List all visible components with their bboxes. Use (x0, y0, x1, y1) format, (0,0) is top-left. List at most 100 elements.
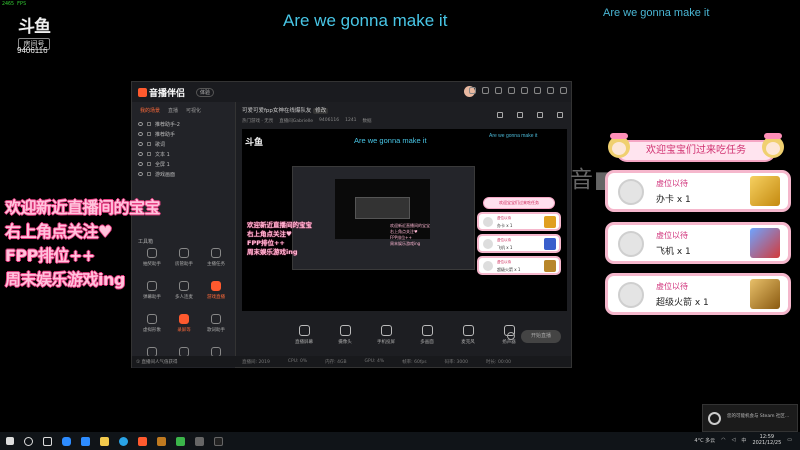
gear-icon[interactable] (507, 332, 515, 340)
gamepad-icon[interactable] (195, 436, 204, 446)
terminal-icon[interactable] (214, 436, 223, 446)
eye-icon[interactable] (138, 172, 143, 176)
status-popularity: ① 直播间人气值获得 (136, 359, 178, 365)
layer-item[interactable]: 全屏 1 (132, 159, 235, 169)
menu-icon[interactable] (521, 87, 528, 94)
game-icon[interactable] (157, 436, 166, 446)
wifi-icon[interactable]: ◠ (721, 437, 725, 443)
taskbar: 4°C 多云 ◠ ◁ 中 12:59 2021/12/25 ▭ (0, 432, 800, 450)
lock-icon[interactable] (147, 132, 151, 136)
tool-anchor-task[interactable]: 主播任务 (200, 248, 232, 267)
streaming-app-window: 音播伴侣 体验 我的场景 直播 可视化 推荐助手-2 推荐助手 歌词 文本 1 … (131, 81, 572, 368)
tool-record[interactable]: 录屏等 (168, 314, 200, 333)
camera-button[interactable]: 摄像头 (333, 325, 357, 345)
eye-icon[interactable] (138, 122, 143, 126)
start-live-button[interactable]: 开始直播 (521, 330, 561, 343)
lock-icon[interactable] (147, 172, 151, 176)
settings-icon[interactable] (537, 112, 543, 118)
multi-view-button[interactable]: 多画面 (415, 325, 439, 345)
preview-lyric-secondary: Are we gonna make it (489, 133, 538, 139)
maximize-icon[interactable] (547, 87, 554, 94)
store-icon[interactable] (497, 112, 503, 118)
layer-item[interactable]: 推荐助手 (132, 129, 235, 139)
task-card: 虚位以待 超级火箭 x 1 (605, 273, 791, 315)
version-badge[interactable]: 体验 (196, 88, 215, 97)
task-icon (211, 248, 221, 258)
category[interactable]: 热门游戏 · 无畏 (242, 118, 273, 124)
preview-card: 虚位以待 办卡 x 1 (477, 212, 561, 231)
volume-icon[interactable]: ◁ (732, 437, 736, 443)
layer-item[interactable]: 文本 1 (132, 149, 235, 159)
steam-notification[interactable]: 您的可能机会与 Steam 社区... (702, 404, 798, 432)
task-card: 虚位以待 飞机 x 1 (605, 222, 791, 264)
wechat-icon[interactable] (176, 436, 185, 446)
app-logo-icon (138, 88, 147, 97)
avatar-placeholder (618, 231, 644, 257)
eye-icon[interactable] (138, 142, 143, 146)
tool-multi-mic[interactable]: 多人连麦 (168, 281, 200, 300)
share-icon[interactable] (557, 112, 563, 118)
tab-live[interactable]: 直播 (168, 107, 178, 114)
eye-icon[interactable] (138, 132, 143, 136)
steam-icon (708, 412, 721, 425)
preview-task-cards: 欢迎宝宝们过来吃任务 虚位以待 办卡 x 1 虚位以待 飞机 x 1 虚位以待 超级火… (477, 197, 561, 278)
search-icon[interactable] (24, 436, 33, 446)
edge-icon[interactable] (119, 436, 128, 446)
eye-icon[interactable] (138, 162, 143, 166)
lock-icon[interactable] (147, 152, 151, 156)
airplane-icon (750, 228, 780, 258)
tab-my-scenes[interactable]: 我的场景 (140, 107, 160, 114)
screen-capture-button[interactable]: 直播屏幕 (292, 325, 316, 345)
tool-game-live[interactable]: 游戏直播 (200, 281, 232, 300)
windows-start-icon[interactable] (6, 437, 14, 445)
weather-text[interactable]: 4°C 多云 (694, 437, 715, 444)
task-view-icon[interactable] (43, 436, 52, 446)
lyric-main: Are we gonna make it (283, 11, 448, 30)
app-logo: 音播伴侣 (138, 86, 185, 99)
gamepad-icon (211, 281, 221, 291)
avatar-placeholder (618, 179, 644, 205)
phone-cast-button[interactable]: 手机投屏 (374, 325, 398, 345)
mic-icon (462, 325, 474, 336)
eye-icon[interactable] (138, 152, 143, 156)
layer-item[interactable]: 歌词 (132, 139, 235, 149)
minimize-icon[interactable] (534, 87, 541, 94)
app-statusbar: ① 直播间人气值获得 直播间: 2019 CPU: 0% 内存: 4GB GPU… (132, 356, 571, 367)
tool-room-admin[interactable]: 房管助手 (168, 248, 200, 267)
edit-title-button[interactable]: 修改 (313, 108, 329, 114)
system-tray: 4°C 多云 ◠ ◁ 中 12:59 2021/12/25 ▭ (694, 434, 792, 446)
clock[interactable]: 12:59 2021/12/25 (752, 434, 781, 446)
preview-nested-window (292, 166, 475, 270)
message-icon[interactable] (469, 87, 476, 94)
data-link[interactable]: 数据 (363, 118, 372, 124)
notification-icon[interactable]: ▭ (787, 437, 792, 443)
lock-icon[interactable] (147, 122, 151, 126)
shirt-icon[interactable] (495, 87, 502, 94)
tab-visual[interactable]: 可视化 (186, 107, 201, 114)
rocket-icon (544, 260, 556, 272)
zoom-icon[interactable] (62, 436, 71, 446)
stream-title[interactable]: 可爱可爱fpp女神在线爆队友 (242, 108, 311, 114)
record-icon (179, 314, 189, 324)
face-icon (147, 314, 157, 324)
explorer-icon[interactable] (100, 436, 109, 446)
gold-card-icon (750, 176, 780, 206)
tool-avatar[interactable]: 虚拟形象 (136, 314, 168, 333)
microphone-button[interactable]: 麦克风 (456, 325, 480, 345)
task-banner-text: 欢迎宝宝们过来吃任务 (616, 140, 776, 162)
preview-lyric: Are we gonna make it (354, 136, 427, 145)
streaming-app-icon[interactable] (138, 436, 147, 446)
airplane-icon (544, 238, 556, 250)
video-icon[interactable] (81, 436, 90, 446)
bag-icon[interactable] (517, 112, 523, 118)
skin-icon[interactable] (482, 87, 489, 94)
close-icon[interactable] (560, 87, 567, 94)
layer-item[interactable]: 游戏画面 (132, 169, 235, 179)
settings-icon[interactable] (508, 87, 515, 94)
monitor-icon (298, 325, 310, 336)
ime-indicator[interactable]: 中 (741, 437, 746, 444)
lock-icon[interactable] (147, 162, 151, 166)
lock-icon[interactable] (147, 142, 151, 146)
tool-lyrics[interactable]: 歌词助手 (200, 314, 232, 333)
layer-item[interactable]: 推荐助手-2 (132, 119, 235, 129)
